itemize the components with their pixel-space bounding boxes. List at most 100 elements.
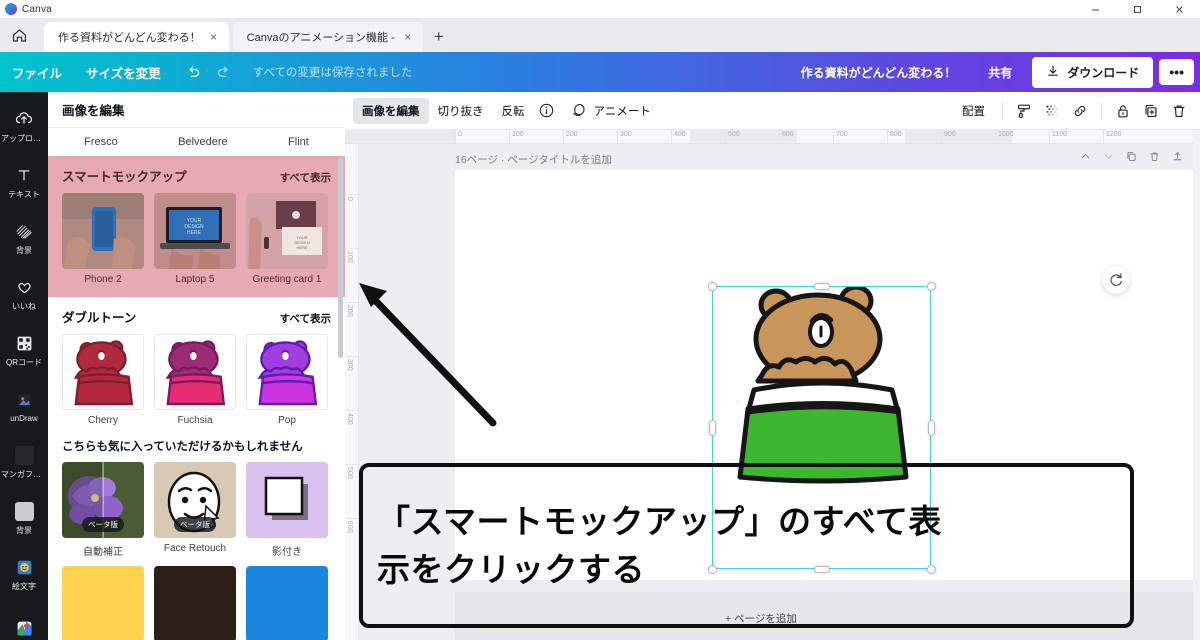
duotone-cherry[interactable]: Cherry xyxy=(62,334,144,426)
info-icon[interactable] xyxy=(534,98,560,124)
ruler-tick: 0 xyxy=(346,197,353,201)
paint-roller-icon[interactable] xyxy=(1011,98,1037,124)
mockup-greeting-card-1[interactable]: YOUR DESIGN HERE Greeting card 1 xyxy=(246,193,328,285)
animate-icon[interactable] xyxy=(566,98,592,124)
canva-top-toolbar: ファイル サイズを変更 すべての変更は保存されました 作る資料がどんどん変わる！… xyxy=(0,52,1200,92)
delete-page-icon[interactable] xyxy=(1148,150,1161,168)
tab-fresco[interactable]: Fresco xyxy=(84,136,118,148)
sidebar-item-emoji[interactable]: 絵文字 xyxy=(0,546,48,602)
rotate-icon[interactable] xyxy=(1102,266,1130,294)
selection-handle-tr[interactable] xyxy=(927,282,936,291)
effect-face-retouch[interactable]: ベータ版 Face Retouch xyxy=(154,462,236,558)
ruler-tick: 400 xyxy=(674,131,686,138)
sidebar-item-likes[interactable]: いいね xyxy=(0,266,48,322)
page-header-icons xyxy=(1079,150,1200,168)
section-smart-mockup: スマートモックアップ すべて表示 Phone 2 YOUR DESIGN HER… xyxy=(48,156,345,297)
ruler-tick: 700 xyxy=(836,131,848,138)
beta-badge: ベータ版 xyxy=(174,517,216,532)
sidebar-item-manga-font[interactable]: マンガフォ… xyxy=(0,434,48,490)
thumb-label: Pop xyxy=(278,415,296,426)
mockup-laptop-5[interactable]: YOUR DESIGN HERE Laptop 5 xyxy=(154,193,236,285)
mockup-phone-2[interactable]: Phone 2 xyxy=(62,193,144,285)
sidebar-item-background[interactable]: 背景 xyxy=(0,210,48,266)
lock-icon[interactable] xyxy=(1110,98,1136,124)
sidebar-item-uploads[interactable]: アップロー… xyxy=(0,98,48,154)
resize-button[interactable]: サイズを変更 xyxy=(74,63,173,82)
close-icon[interactable] xyxy=(1158,0,1200,18)
redo-icon[interactable] xyxy=(209,58,239,86)
tab-close-icon[interactable]: × xyxy=(207,30,221,44)
sidebar-label: テキスト xyxy=(8,190,40,199)
transparency-icon[interactable] xyxy=(1039,98,1065,124)
document-title[interactable]: 作る資料がどんどん変わる！ xyxy=(783,64,975,81)
ruler-tick: 500 xyxy=(728,131,740,138)
section-header: ダブルトーン すべて表示 xyxy=(62,307,331,326)
emoji-icon xyxy=(15,556,34,578)
selection-handle-top[interactable] xyxy=(814,283,830,290)
filter-tabs: Fresco Belvedere Flint xyxy=(48,128,345,156)
section-duotone: ダブルトーン すべて表示 Cherry Fuchsia Pop xyxy=(48,297,345,432)
sidebar-item-undraw[interactable]: unDraw xyxy=(0,378,48,434)
horizontal-ruler: 0 100 200 300 400 500 600 700 800 900 10… xyxy=(345,130,1200,144)
toolbar-divider xyxy=(1002,101,1003,120)
partial-thumb-blue[interactable] xyxy=(246,566,328,640)
section-title: スマートモックアップ xyxy=(62,170,187,184)
see-all-smart-mockup[interactable]: すべて表示 xyxy=(280,170,331,185)
selection-handle-left[interactable] xyxy=(709,420,716,436)
sidebar-item-background-2[interactable]: 背景 xyxy=(0,490,48,546)
sidebar-label: 絵文字 xyxy=(12,582,36,591)
duotone-pop[interactable]: Pop xyxy=(246,334,328,426)
effect-shadow[interactable]: 影付き xyxy=(246,462,328,558)
link-icon[interactable] xyxy=(1067,98,1093,124)
position-button[interactable]: 配置 xyxy=(953,98,994,124)
duplicate-icon[interactable] xyxy=(1138,98,1164,124)
tab-close-icon[interactable]: × xyxy=(401,30,415,44)
share-button[interactable]: 共有 xyxy=(974,58,1026,87)
sidebar-item-partial[interactable] xyxy=(0,602,48,640)
minimize-icon[interactable] xyxy=(1074,0,1116,18)
duplicate-page-icon[interactable] xyxy=(1125,150,1138,168)
see-all-duotone[interactable]: すべて表示 xyxy=(280,311,331,326)
upload-cloud-icon xyxy=(14,108,34,130)
object-toolbar-right: 配置 xyxy=(953,98,1192,124)
page-title[interactable]: 16ページ · ページタイトルを追加 xyxy=(455,152,612,167)
ruler-tick: 1100 xyxy=(1052,131,1068,138)
selection-handle-tl[interactable] xyxy=(708,282,717,291)
duotone-pop-thumb xyxy=(246,334,328,410)
edit-image-button[interactable]: 画像を編集 xyxy=(353,97,429,124)
sidebar-item-text[interactable]: テキスト xyxy=(0,154,48,210)
trash-icon[interactable] xyxy=(1166,98,1192,124)
ruler-tick: 900 xyxy=(944,131,956,138)
thumbnail-row xyxy=(62,566,331,640)
selection-handle-right[interactable] xyxy=(928,420,935,436)
thumbnail-row: Phone 2 YOUR DESIGN HERE Laptop 5 YOUR D… xyxy=(62,193,331,285)
duotone-cherry-thumb xyxy=(62,334,144,410)
lock-page-icon[interactable] xyxy=(1171,150,1184,168)
sidebar-item-qrcode[interactable]: QRコード xyxy=(0,322,48,378)
panel-scrollbar[interactable] xyxy=(338,158,343,358)
crop-button[interactable]: 切り抜き xyxy=(429,98,493,124)
duotone-fuchsia[interactable]: Fuchsia xyxy=(154,334,236,426)
tab-belvedere[interactable]: Belvedere xyxy=(178,136,228,148)
download-button[interactable]: ダウンロード xyxy=(1032,56,1154,88)
flip-button[interactable]: 反転 xyxy=(493,98,534,124)
panel-title: 画像を編集 xyxy=(48,92,345,128)
partial-thumb-dark[interactable] xyxy=(154,566,236,640)
undo-icon[interactable] xyxy=(179,58,209,86)
ruler-shade xyxy=(690,130,797,143)
tab-flint[interactable]: Flint xyxy=(288,136,309,148)
file-menu-button[interactable]: ファイル xyxy=(0,63,74,82)
home-icon[interactable] xyxy=(0,18,38,52)
maximize-icon[interactable] xyxy=(1116,0,1158,18)
browser-tab-2[interactable]: Canvaのアニメーション機能 - × xyxy=(232,22,423,52)
canvas-scrollbar[interactable] xyxy=(1193,130,1200,640)
browser-tab-1[interactable]: 作る資料がどんどん変わる！ × xyxy=(44,22,229,52)
chevron-up-icon[interactable] xyxy=(1079,150,1092,168)
more-options-button[interactable]: ••• xyxy=(1159,59,1194,85)
new-tab-button[interactable]: + xyxy=(423,22,455,52)
panel-scroll-area[interactable]: スマートモックアップ すべて表示 Phone 2 YOUR DESIGN HER… xyxy=(48,156,345,640)
chevron-down-icon[interactable] xyxy=(1102,150,1115,168)
effect-auto-adjust[interactable]: ベータ版 自動補正 xyxy=(62,462,144,558)
animate-button[interactable]: アニメート xyxy=(592,98,660,124)
partial-thumb-yellow[interactable] xyxy=(62,566,144,640)
